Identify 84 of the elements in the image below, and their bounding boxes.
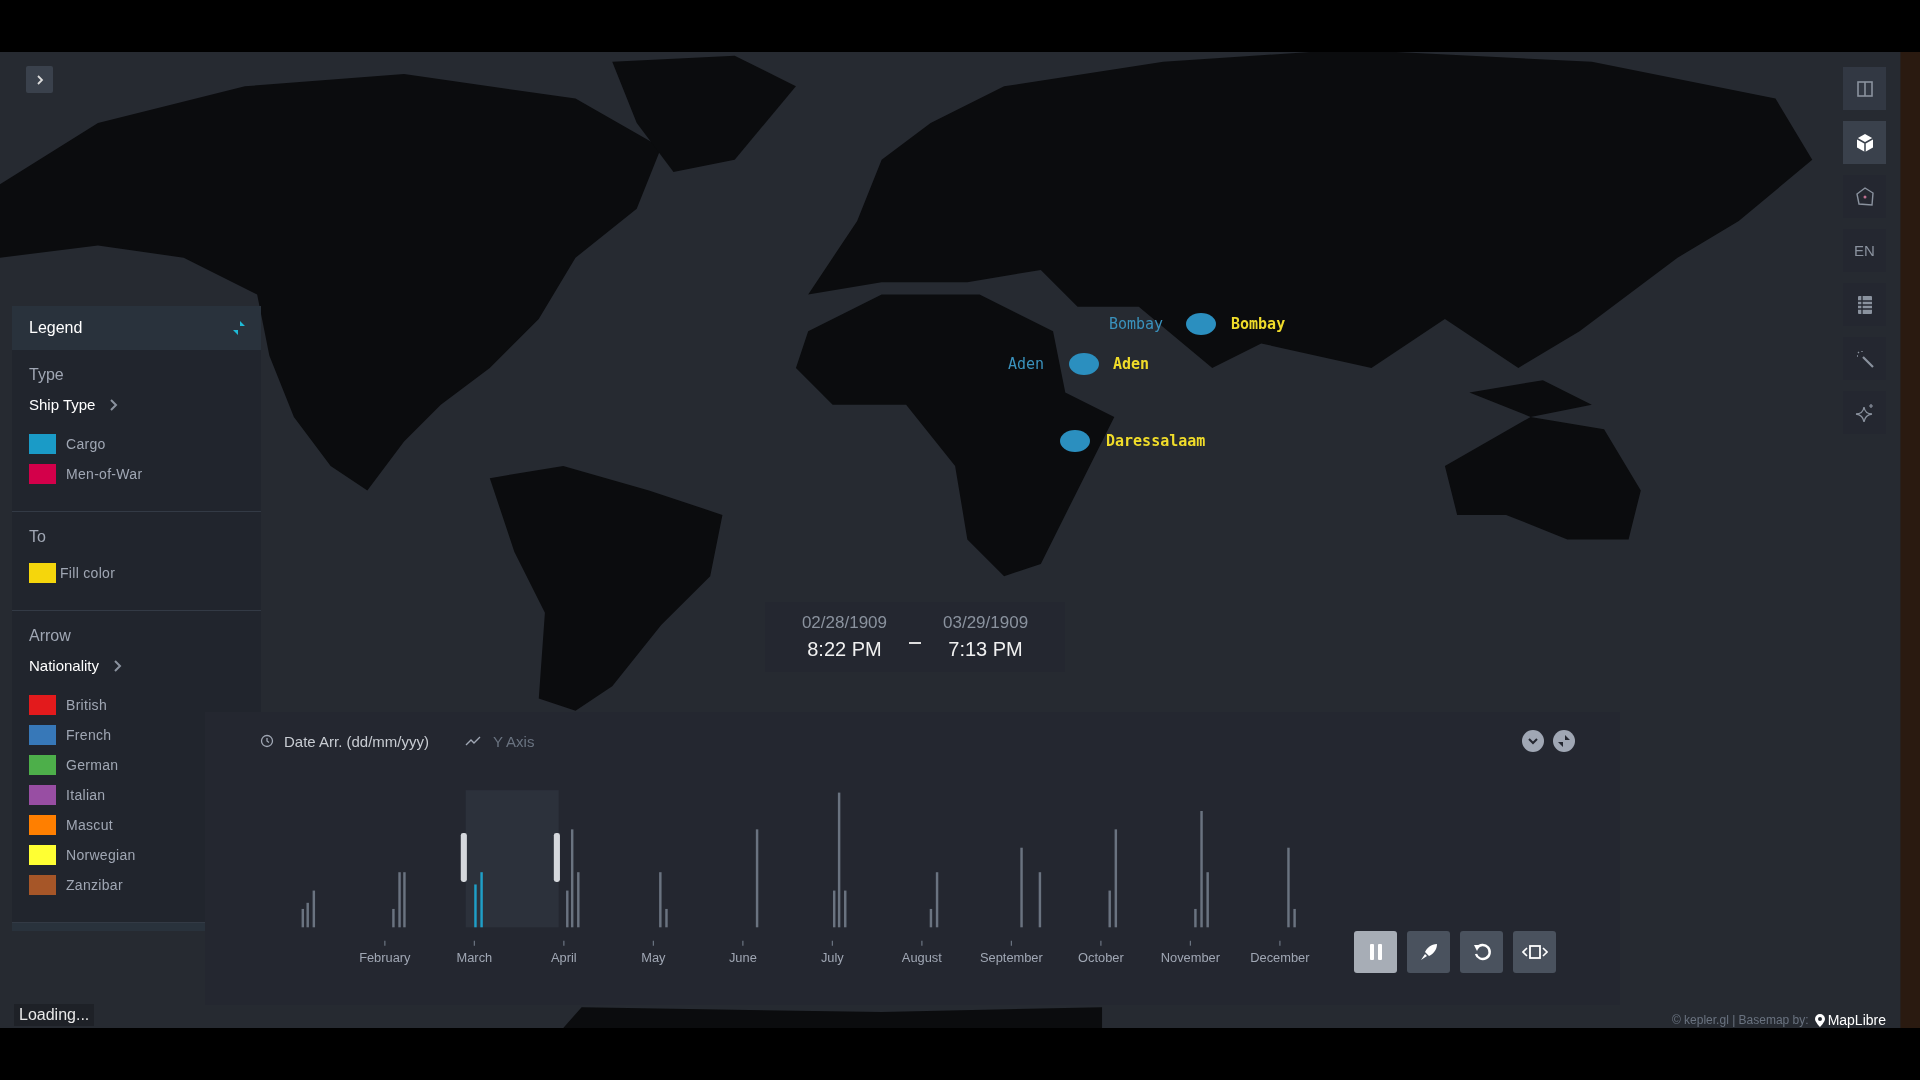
section-title: To bbox=[29, 528, 47, 546]
cube-icon bbox=[1854, 132, 1875, 153]
wand-icon bbox=[1854, 348, 1875, 369]
collapse-icon[interactable] bbox=[231, 320, 247, 336]
table-icon bbox=[1856, 294, 1873, 315]
map-label: Aden bbox=[1007, 355, 1045, 373]
section-title: Arrow bbox=[29, 627, 72, 645]
legend-label: Fill color bbox=[60, 565, 116, 581]
brush-selection[interactable] bbox=[465, 790, 559, 928]
brush-handle[interactable] bbox=[553, 833, 560, 882]
pin-icon bbox=[1814, 1013, 1825, 1027]
histogram-bar bbox=[1293, 908, 1296, 928]
histogram-bar bbox=[312, 890, 316, 928]
legend-label: Zanzibar bbox=[66, 877, 123, 893]
brush-handle[interactable] bbox=[460, 833, 467, 882]
pause-icon bbox=[1367, 943, 1384, 961]
legend-label: French bbox=[66, 727, 112, 743]
polygon-icon bbox=[1853, 185, 1876, 208]
month-label: March bbox=[456, 949, 493, 965]
histogram-bar bbox=[659, 872, 662, 928]
end-date: 03/29/1909 bbox=[943, 613, 1029, 633]
window-icon bbox=[1521, 944, 1548, 960]
legend-label: Mascut bbox=[66, 817, 113, 833]
histogram-bar bbox=[1194, 908, 1197, 928]
month-label: October bbox=[1078, 949, 1124, 965]
month-label: February bbox=[359, 949, 411, 965]
legend-label: German bbox=[66, 757, 119, 773]
month-label: August bbox=[901, 949, 942, 965]
histogram-bar bbox=[935, 872, 939, 928]
map-label: Aden bbox=[1113, 355, 1150, 373]
month-label: November bbox=[1160, 949, 1220, 965]
start-date: 02/28/1909 bbox=[801, 613, 887, 633]
reset-button[interactable] bbox=[1460, 931, 1503, 973]
split-button[interactable] bbox=[1843, 67, 1886, 110]
chevron-right-icon bbox=[109, 397, 120, 412]
clock-icon bbox=[260, 734, 274, 748]
legend-label: Norwegian bbox=[66, 847, 136, 863]
month-label: June bbox=[728, 949, 757, 965]
histogram-bar bbox=[1038, 872, 1042, 928]
month-label: April bbox=[551, 949, 577, 965]
cube-button[interactable] bbox=[1843, 121, 1886, 164]
legend-label: Italian bbox=[66, 787, 106, 803]
sparkle-icon bbox=[1854, 402, 1875, 423]
histogram-bar bbox=[1108, 890, 1111, 928]
legend-label: Men-of-War bbox=[66, 466, 143, 482]
histogram-bar bbox=[577, 872, 580, 928]
histogram-bar bbox=[1206, 872, 1209, 928]
map-label: Daressalaam bbox=[1106, 432, 1206, 450]
window-button[interactable] bbox=[1513, 931, 1556, 973]
sidebar-toggle-button[interactable] bbox=[26, 66, 53, 93]
histogram-bar bbox=[929, 908, 933, 928]
field-selector[interactable]: Date Arr. (dd/mm/yyy) bbox=[260, 732, 430, 750]
range-dash-icon bbox=[909, 642, 921, 644]
map-label: Bombay bbox=[1231, 315, 1286, 333]
collapse-icon[interactable] bbox=[1553, 730, 1575, 752]
reset-icon bbox=[1471, 942, 1492, 962]
month-label: December bbox=[1250, 949, 1310, 965]
histogram-bar bbox=[665, 908, 668, 928]
loading-text: Loading... bbox=[14, 1004, 95, 1026]
histogram-bar bbox=[480, 872, 483, 928]
section-title: Type bbox=[29, 366, 65, 384]
month-label: July bbox=[820, 949, 844, 965]
attribution-text: © kepler.gl | Basemap by: bbox=[1671, 1013, 1809, 1027]
histogram-bar bbox=[844, 890, 847, 928]
attribution-link[interactable]: MapLibre bbox=[1814, 1012, 1886, 1028]
legend-label: Cargo bbox=[66, 436, 106, 452]
line-chart-icon bbox=[465, 735, 482, 747]
map-label: Bombay bbox=[1108, 315, 1164, 333]
start-time: 8:22 PM bbox=[807, 638, 882, 661]
histogram-bar bbox=[392, 908, 395, 928]
month-label: September bbox=[979, 949, 1043, 965]
chevron-down-icon[interactable] bbox=[1522, 730, 1544, 752]
month-label: May bbox=[641, 949, 666, 965]
field-selector[interactable]: Ship Type bbox=[29, 396, 244, 413]
histogram-bar bbox=[474, 884, 477, 928]
chevron-right-icon bbox=[113, 658, 124, 673]
end-time: 7:13 PM bbox=[948, 638, 1023, 661]
legend-label: British bbox=[66, 697, 107, 713]
speed-button[interactable] bbox=[1407, 931, 1450, 973]
split-view-icon bbox=[1855, 79, 1874, 98]
field-selector[interactable]: Nationality bbox=[29, 657, 244, 674]
legend-title: Legend bbox=[29, 319, 83, 337]
histogram-bar bbox=[398, 872, 401, 928]
histogram-bar bbox=[403, 872, 406, 928]
